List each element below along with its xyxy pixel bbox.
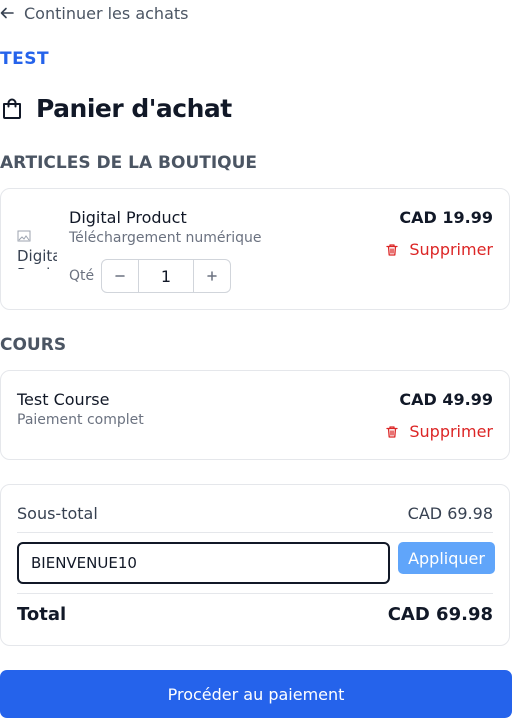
- arrow-left-icon: [0, 7, 14, 19]
- course-subtitle: Paiement complet: [17, 412, 144, 428]
- item-price: CAD 19.99: [399, 208, 493, 227]
- checkout-button[interactable]: Procéder au paiement: [0, 670, 512, 718]
- store-name[interactable]: TEST: [0, 49, 49, 69]
- shop-section-title: Articles de la boutique: [0, 153, 258, 173]
- cart-item-card: Digital Product Digital Product Téléchar…: [0, 188, 510, 310]
- summary-divider: [17, 593, 493, 594]
- broken-image-icon: [17, 230, 31, 242]
- quantity-decrease-button[interactable]: [102, 260, 138, 292]
- promo-code-input[interactable]: [17, 542, 390, 584]
- subtotal-label: Sous-total: [17, 504, 98, 523]
- course-name: Test Course: [17, 390, 110, 409]
- page-title: Panier d'achat: [36, 94, 232, 123]
- remove-course-button[interactable]: Supprimer: [385, 422, 493, 441]
- order-summary-card: Sous-total CAD 69.98 Appliquer Total CAD…: [0, 484, 510, 646]
- continue-shopping-label: Continuer les achats: [24, 3, 189, 23]
- course-price: CAD 49.99: [399, 390, 493, 409]
- trash-icon: [386, 243, 399, 256]
- page-title-row: Panier d'achat: [0, 94, 232, 123]
- minus-icon: [115, 275, 125, 277]
- quantity-increase-button[interactable]: [194, 260, 230, 292]
- quantity-stepper: [101, 259, 231, 293]
- product-image: Digital Product: [17, 229, 57, 269]
- remove-item-button[interactable]: Supprimer: [385, 240, 493, 259]
- continue-shopping-link[interactable]: Continuer les achats: [0, 0, 188, 26]
- total-label: Total: [17, 604, 67, 625]
- subtotal-row: Sous-total CAD 69.98: [17, 504, 493, 523]
- course-section-title: Cours: [0, 335, 67, 355]
- total-row: Total CAD 69.98: [17, 604, 493, 625]
- plus-icon: [207, 271, 217, 281]
- quantity-label: Qté: [69, 268, 95, 284]
- apply-promo-button[interactable]: Appliquer: [398, 542, 495, 574]
- item-name: Digital Product: [69, 208, 187, 227]
- remove-label: Supprimer: [409, 422, 493, 441]
- course-item-card: Test Course Paiement complet CAD 49.99 S…: [0, 370, 510, 460]
- subtotal-value: CAD 69.98: [407, 504, 493, 523]
- quantity-input[interactable]: [138, 260, 194, 292]
- shopping-bag-icon: [3, 98, 21, 119]
- remove-label: Supprimer: [409, 240, 493, 259]
- trash-icon: [386, 425, 399, 438]
- product-image-alt: Digital Product: [17, 247, 57, 269]
- item-subtitle: Téléchargement numérique: [69, 230, 262, 246]
- summary-divider: [17, 532, 493, 533]
- total-value: CAD 69.98: [387, 604, 493, 625]
